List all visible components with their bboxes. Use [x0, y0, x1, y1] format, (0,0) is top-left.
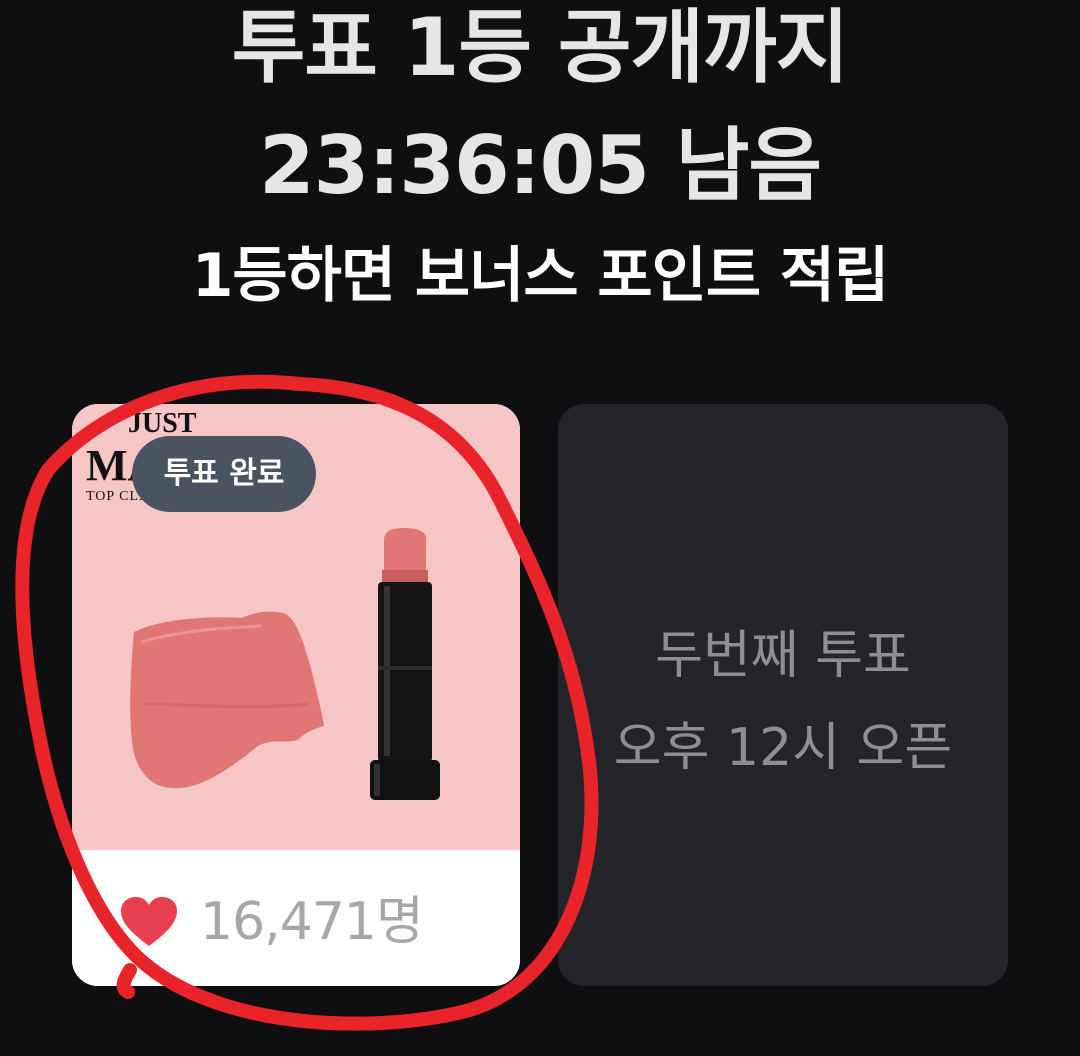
vote-count: 16,471명 [200, 892, 424, 952]
product-image: JUST MA TOP CLASS 투표 완료 [72, 404, 520, 850]
voted-product-card[interactable]: JUST MA TOP CLASS 투표 완료 16,471명 [72, 404, 520, 986]
countdown-timer: 23:36:05 남음 [258, 119, 822, 212]
next-vote-card: 두번째 투표 오후 12시 오픈 [558, 404, 1008, 986]
vote-screen: 투표 1등 공개까지 23:36:05 남음 1등하면 보너스 포인트 적립 J… [0, 0, 1080, 1056]
next-vote-title: 두번째 투표 [655, 626, 911, 686]
vote-count-row: 16,471명 [72, 850, 520, 986]
bonus-subtitle: 1등하면 보너스 포인트 적립 [191, 241, 890, 311]
countdown-title: 투표 1등 공개까지 [231, 1, 850, 94]
heart-icon [121, 897, 177, 946]
lipstick-bullet [384, 528, 426, 574]
vote-complete-badge: 투표 완료 [132, 436, 316, 512]
next-vote-time: 오후 12시 오픈 [613, 718, 953, 778]
